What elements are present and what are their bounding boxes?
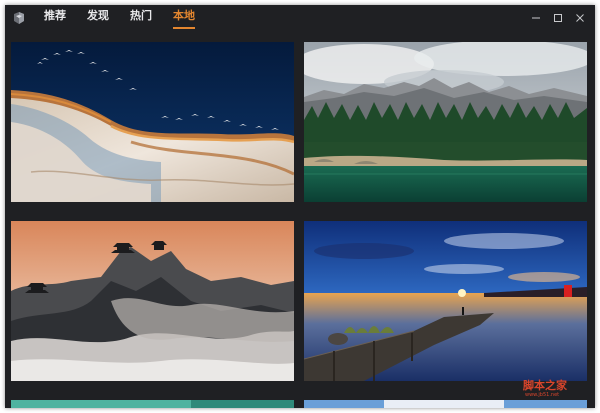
tab-recommend[interactable]: 推荐 bbox=[44, 5, 66, 37]
title-bar: 推荐 发现 热门 本地 bbox=[5, 5, 595, 37]
close-icon bbox=[576, 14, 584, 22]
wallpaper-thumbnail-misty-mountain[interactable] bbox=[11, 221, 294, 381]
watermark-logo: 脚本之家 www.jb51.net bbox=[523, 378, 568, 398]
wallpaper-thumbnail-partial-left[interactable] bbox=[11, 400, 294, 408]
close-button[interactable] bbox=[569, 11, 591, 25]
wallpaper-thumbnail-aerial-shore[interactable] bbox=[11, 42, 294, 202]
wallpaper-grid bbox=[11, 42, 589, 408]
maximize-button[interactable] bbox=[547, 11, 569, 25]
minimize-button[interactable] bbox=[525, 11, 547, 25]
tab-popular[interactable]: 热门 bbox=[130, 5, 152, 37]
tab-local[interactable]: 本地 bbox=[173, 5, 195, 37]
tab-discover[interactable]: 发现 bbox=[87, 5, 109, 37]
tab-bar: 推荐 发现 热门 本地 bbox=[44, 5, 216, 37]
wallpaper-thumbnail-sunset-pier[interactable] bbox=[304, 221, 587, 381]
minimize-icon bbox=[532, 17, 540, 19]
window-controls bbox=[525, 11, 591, 25]
maximize-icon bbox=[554, 14, 562, 22]
wallpaper-thumbnail-mountain-lake[interactable] bbox=[304, 42, 587, 202]
app-window: 推荐 发现 热门 本地 脚本之家 www.jb51.net bbox=[5, 5, 595, 408]
wallpaper-thumbnail-partial-right[interactable] bbox=[304, 400, 587, 408]
watermark-sub: www.jb51.net bbox=[525, 392, 559, 398]
app-logo-icon bbox=[14, 12, 24, 24]
watermark-main: 脚本之家 bbox=[523, 378, 568, 392]
